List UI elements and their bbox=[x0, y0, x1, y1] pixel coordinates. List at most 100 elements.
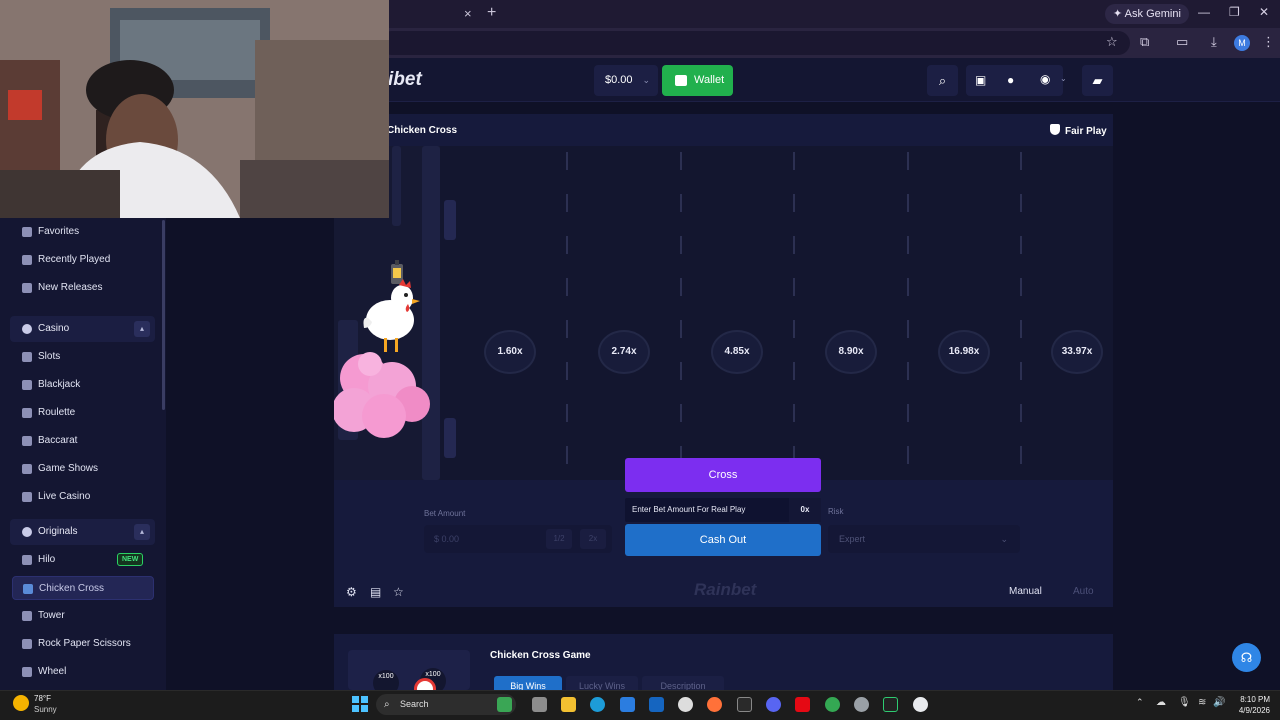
sidebar-item-tower[interactable]: Tower bbox=[12, 604, 154, 628]
mode-manual-tab[interactable]: Manual bbox=[1009, 586, 1042, 597]
discord-icon[interactable] bbox=[766, 697, 781, 712]
sidebar-group-label: Casino bbox=[38, 323, 70, 334]
double-bet-button[interactable]: 2x bbox=[580, 529, 606, 549]
fair-play-button[interactable]: Fair Play bbox=[1050, 124, 1107, 137]
windows-start-icon[interactable] bbox=[352, 696, 368, 712]
sidebar-group-casino[interactable]: Casino ▴ bbox=[10, 316, 155, 342]
sidebar-panel-icon[interactable]: ▭ bbox=[1176, 34, 1188, 50]
favorite-star-icon[interactable]: ☆ bbox=[393, 585, 404, 599]
netflix-icon[interactable] bbox=[795, 697, 810, 712]
sidebar-item-slots[interactable]: Slots bbox=[12, 345, 154, 369]
weather-condition: Sunny bbox=[34, 705, 57, 714]
cards-icon bbox=[22, 436, 32, 446]
app-icon[interactable] bbox=[913, 697, 928, 712]
sidebar-item-live-casino[interactable]: Live Casino bbox=[12, 485, 154, 509]
firefox-icon[interactable] bbox=[707, 697, 722, 712]
volume-icon[interactable]: 🔊 bbox=[1213, 697, 1225, 708]
sidebar-item-chicken-cross[interactable]: Chicken Cross bbox=[12, 576, 154, 600]
bookmark-star-icon[interactable]: ☆ bbox=[1106, 34, 1118, 50]
lane-divider bbox=[680, 362, 682, 380]
task-view-icon[interactable] bbox=[532, 697, 547, 712]
profile-avatar[interactable]: M bbox=[1234, 35, 1250, 51]
tab-lucky-wins[interactable]: Lucky Wins bbox=[566, 676, 638, 690]
mode-auto-tab[interactable]: Auto bbox=[1073, 586, 1094, 597]
outlook-icon[interactable] bbox=[649, 697, 664, 712]
onedrive-icon[interactable]: ☁ bbox=[1156, 697, 1166, 708]
multiplier-coin[interactable]: 1.60x bbox=[484, 330, 536, 374]
taskbar-clock[interactable]: 8:10 PM 4/9/2026 bbox=[1225, 694, 1270, 716]
multiplier-coin[interactable]: 16.98x bbox=[938, 330, 990, 374]
sidebar-item-rock-paper-scissors[interactable]: Rock Paper Scissors bbox=[12, 632, 154, 656]
sidebar-item-wheel[interactable]: Wheel bbox=[12, 660, 154, 684]
weather-icon[interactable] bbox=[13, 695, 29, 711]
cross-button[interactable]: Cross bbox=[625, 458, 821, 492]
bell-icon[interactable]: ● bbox=[1007, 73, 1014, 87]
sidebar-item-new-releases[interactable]: New Releases bbox=[12, 276, 154, 300]
download-icon[interactable]: ⤓ bbox=[1211, 34, 1217, 50]
sidebar-item-game-shows[interactable]: Game Shows bbox=[12, 457, 154, 481]
browser-menu-icon[interactable]: ⋮ bbox=[1262, 34, 1275, 50]
game-thumbnail: x100 x100 bbox=[348, 650, 470, 690]
address-bar[interactable] bbox=[380, 31, 1130, 55]
tab-big-wins[interactable]: Big Wins bbox=[494, 676, 562, 690]
search-icon: ⌕ bbox=[384, 699, 390, 710]
wheel-icon bbox=[22, 667, 32, 677]
chrome-icon[interactable] bbox=[825, 697, 840, 712]
chevron-up-icon[interactable]: ▴ bbox=[134, 524, 150, 540]
roulette-icon bbox=[22, 408, 32, 418]
settings-icon[interactable] bbox=[854, 697, 869, 712]
minimize-icon[interactable]: — bbox=[1198, 5, 1210, 19]
sidebar-item-blackjack[interactable]: Blackjack bbox=[12, 373, 154, 397]
balance-dropdown[interactable]: $0.00 ⌄ bbox=[594, 65, 658, 96]
multiplier-coin[interactable]: 4.85x bbox=[711, 330, 763, 374]
chevron-down-icon[interactable]: ⌄ bbox=[1060, 74, 1067, 83]
sidebar-group-originals[interactable]: Originals ▴ bbox=[10, 519, 155, 545]
edge-icon[interactable] bbox=[590, 697, 605, 712]
chicken-icon bbox=[23, 584, 33, 594]
cash-out-button[interactable]: Cash Out bbox=[625, 524, 821, 556]
sidebar-item-roulette[interactable]: Roulette bbox=[12, 401, 154, 425]
sidebar-scrollbar[interactable] bbox=[162, 220, 165, 410]
sidebar-item-hilo[interactable]: Hilo NEW bbox=[12, 548, 154, 572]
store-icon[interactable] bbox=[620, 697, 635, 712]
history-icon bbox=[22, 255, 32, 265]
terminal-icon[interactable] bbox=[883, 697, 898, 712]
microphone-icon[interactable]: 🎙 bbox=[1178, 697, 1191, 708]
settings-icon[interactable]: ⚙ bbox=[346, 585, 357, 599]
search-button[interactable]: ⌕ bbox=[927, 65, 958, 96]
chatgpt-icon[interactable] bbox=[678, 697, 693, 712]
risk-select[interactable]: Expert ⌄ bbox=[828, 525, 1020, 553]
tray-chevron-icon[interactable]: ⌃ bbox=[1136, 697, 1144, 708]
half-bet-button[interactable]: 1/2 bbox=[546, 529, 572, 549]
tab-close-icon[interactable]: × bbox=[464, 6, 472, 21]
sidebar-item-label: Chicken Cross bbox=[39, 583, 105, 594]
lane-divider bbox=[907, 278, 909, 296]
gift-icon[interactable]: ▣ bbox=[975, 73, 986, 87]
chat-button[interactable]: ▰ bbox=[1082, 65, 1113, 96]
support-button[interactable]: ☊ bbox=[1232, 643, 1261, 672]
wallet-button[interactable]: Wallet bbox=[662, 65, 733, 96]
multiplier-coin[interactable]: 2.74x bbox=[598, 330, 650, 374]
site-logo[interactable]: ibet bbox=[388, 69, 422, 91]
ask-gemini-button[interactable]: ✦ Ask Gemini bbox=[1105, 4, 1189, 24]
tab-description[interactable]: Description bbox=[642, 676, 724, 690]
epic-games-icon[interactable] bbox=[737, 697, 752, 712]
taskbar-search[interactable]: ⌕ Search bbox=[376, 694, 516, 715]
file-explorer-icon[interactable] bbox=[561, 697, 576, 712]
extensions-icon[interactable]: ⧉ bbox=[1140, 34, 1149, 50]
lane-divider bbox=[907, 446, 909, 464]
wifi-icon[interactable]: ≋ bbox=[1198, 697, 1206, 708]
sidebar-item-recently-played[interactable]: Recently Played bbox=[12, 248, 154, 272]
stats-icon[interactable]: ▤ bbox=[370, 585, 381, 599]
restore-icon[interactable]: ❐ bbox=[1229, 5, 1240, 19]
close-window-icon[interactable]: ✕ bbox=[1259, 5, 1269, 19]
news-widget-icon[interactable] bbox=[497, 697, 512, 712]
user-icon[interactable]: ◉ bbox=[1040, 72, 1050, 86]
sidebar-item-baccarat[interactable]: Baccarat bbox=[12, 429, 154, 453]
multiplier-coin[interactable]: 33.97x bbox=[1051, 330, 1103, 374]
new-tab-icon[interactable]: + bbox=[487, 4, 496, 22]
chevron-up-icon[interactable]: ▴ bbox=[134, 321, 150, 337]
lane-divider bbox=[907, 152, 909, 170]
sidebar-item-favorites[interactable]: Favorites bbox=[12, 220, 154, 244]
multiplier-coin[interactable]: 8.90x bbox=[825, 330, 877, 374]
